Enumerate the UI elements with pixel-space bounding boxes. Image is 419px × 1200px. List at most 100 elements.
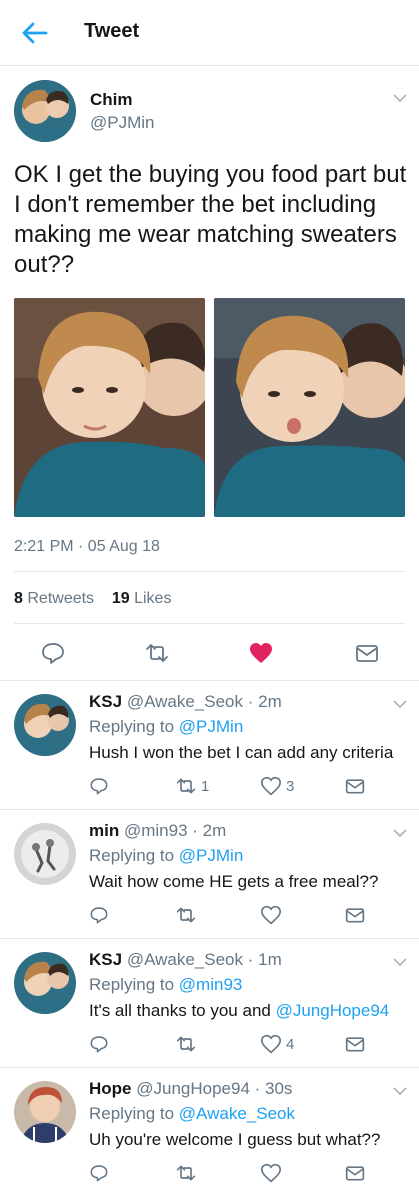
back-arrow-icon[interactable]: [20, 20, 48, 46]
like-action[interactable]: 4: [260, 1034, 294, 1056]
reply-time: · 30s: [254, 1079, 293, 1098]
retweet-icon[interactable]: [144, 641, 170, 665]
retweet-icon: [176, 1165, 196, 1181]
reply-time: · 1m: [247, 950, 282, 969]
retweet-icon: [176, 778, 196, 794]
reply-avatar[interactable]: [14, 694, 76, 756]
reply-author-handle[interactable]: @Awake_Seok: [127, 950, 243, 969]
retweets-label: Retweets: [27, 590, 95, 607]
chevron-down-icon[interactable]: [392, 1085, 408, 1097]
reply-icon: [90, 778, 108, 795]
reply-time: · 2m: [192, 821, 227, 840]
message-icon: [345, 1037, 365, 1052]
reply-icon[interactable]: [40, 641, 66, 665]
replying-to-link[interactable]: @min93: [179, 975, 243, 994]
message-icon: [345, 1166, 365, 1181]
reply-text: Wait how come HE gets a free meal??: [89, 872, 379, 891]
reply-author: Hope @JungHope94 · 30s: [89, 1079, 292, 1099]
reply-text: Hush I won the bet I can add any criteri…: [89, 743, 394, 762]
like-action[interactable]: [260, 905, 286, 927]
reply-icon: [90, 907, 108, 924]
reply-text: Uh you're welcome I guess but what??: [89, 1130, 381, 1149]
message-action[interactable]: [344, 905, 366, 927]
reply-author: KSJ @Awake_Seok · 2m: [89, 692, 282, 712]
message-action[interactable]: [344, 1034, 366, 1056]
like-icon: [260, 776, 282, 796]
replying-to: Replying to @min93: [89, 975, 242, 995]
chevron-down-icon[interactable]: [392, 92, 408, 104]
replying-to-link[interactable]: @PJMin: [179, 717, 244, 736]
tweet-photo-1[interactable]: [14, 298, 205, 517]
chevron-down-icon[interactable]: [392, 956, 408, 968]
replying-to-label: Replying to: [89, 846, 175, 865]
replying-to-label: Replying to: [89, 1104, 175, 1123]
tweet-stats: 8 Retweets 19 Likes: [14, 590, 171, 608]
author-handle[interactable]: @PJMin: [90, 113, 155, 133]
retweet-action[interactable]: [175, 1034, 201, 1056]
retweets-stat[interactable]: 8 Retweets: [14, 590, 94, 607]
replying-to-link[interactable]: @Awake_Seok: [179, 1104, 295, 1123]
reply-author-handle[interactable]: @min93: [124, 821, 188, 840]
retweet-action[interactable]: [175, 905, 201, 927]
message-action[interactable]: [344, 1163, 366, 1185]
reply-action[interactable]: [89, 1034, 109, 1056]
message-action[interactable]: [344, 776, 366, 798]
reply-avatar[interactable]: [14, 823, 76, 885]
top-bar: Tweet: [0, 0, 419, 66]
message-icon[interactable]: [354, 641, 380, 665]
reply-author-name[interactable]: KSJ: [89, 692, 122, 711]
replying-to: Replying to @PJMin: [89, 717, 243, 737]
reply-avatar[interactable]: [14, 952, 76, 1014]
reply-action[interactable]: [89, 905, 109, 927]
message-icon: [345, 779, 365, 794]
reply-author-handle[interactable]: @JungHope94: [136, 1079, 250, 1098]
retweet-count: 1: [201, 777, 210, 795]
message-icon: [345, 908, 365, 923]
replying-to: Replying to @Awake_Seok: [89, 1104, 295, 1124]
page-title: Tweet: [84, 20, 140, 42]
reply-avatar[interactable]: [14, 1081, 76, 1143]
reply-text: It's all thanks to you and @JungHope94: [89, 1001, 389, 1021]
like-count: 4: [286, 1035, 295, 1053]
retweet-icon: [176, 1036, 196, 1052]
likes-count: 19: [111, 590, 130, 607]
reply-author-handle[interactable]: @Awake_Seok: [127, 692, 243, 711]
like-count: 3: [286, 777, 295, 795]
tweet-photo-2[interactable]: [214, 298, 405, 517]
replying-to-link[interactable]: @PJMin: [179, 846, 244, 865]
mention-link[interactable]: @JungHope94: [276, 1001, 390, 1020]
reply-item[interactable]: Hope @JungHope94 · 30s Replying to @Awak…: [0, 1067, 419, 1196]
author-name[interactable]: Chim: [90, 90, 133, 110]
reply-author-name[interactable]: Hope: [89, 1079, 132, 1098]
like-icon: [260, 905, 282, 925]
like-icon[interactable]: [248, 641, 274, 665]
retweets-count: 8: [14, 590, 23, 607]
tweet-text: OK I get the buying you food part but I …: [14, 161, 407, 278]
retweet-action[interactable]: 1: [175, 776, 209, 798]
reply-author: KSJ @Awake_Seok · 1m: [89, 950, 282, 970]
reply-action[interactable]: [89, 776, 109, 798]
replying-to-label: Replying to: [89, 975, 175, 994]
reply-author-name[interactable]: KSJ: [89, 950, 122, 969]
reply-item[interactable]: min @min93 · 2m Replying to @PJMin Wait …: [0, 809, 419, 938]
reply-author: min @min93 · 2m: [89, 821, 226, 841]
reply-icon: [90, 1036, 108, 1053]
divider: [14, 623, 405, 624]
like-action[interactable]: [260, 1163, 286, 1185]
chevron-down-icon[interactable]: [392, 827, 408, 839]
reply-action[interactable]: [89, 1163, 109, 1185]
author-avatar[interactable]: [14, 80, 76, 142]
likes-stat[interactable]: 19 Likes: [112, 590, 172, 607]
reply-text-body: It's all thanks to you and: [89, 1001, 276, 1020]
divider: [14, 571, 405, 572]
replying-to-label: Replying to: [89, 717, 175, 736]
reply-item[interactable]: KSJ @Awake_Seok · 1m Replying to @min93 …: [0, 938, 419, 1067]
retweet-action[interactable]: [175, 1163, 201, 1185]
like-action[interactable]: 3: [260, 776, 294, 798]
like-icon: [260, 1034, 282, 1054]
reply-icon: [90, 1165, 108, 1182]
reply-author-name[interactable]: min: [89, 821, 119, 840]
reply-item[interactable]: KSJ @Awake_Seok · 2m Replying to @PJMin …: [0, 680, 419, 808]
chevron-down-icon[interactable]: [392, 698, 408, 710]
reply-time: · 2m: [247, 692, 282, 711]
